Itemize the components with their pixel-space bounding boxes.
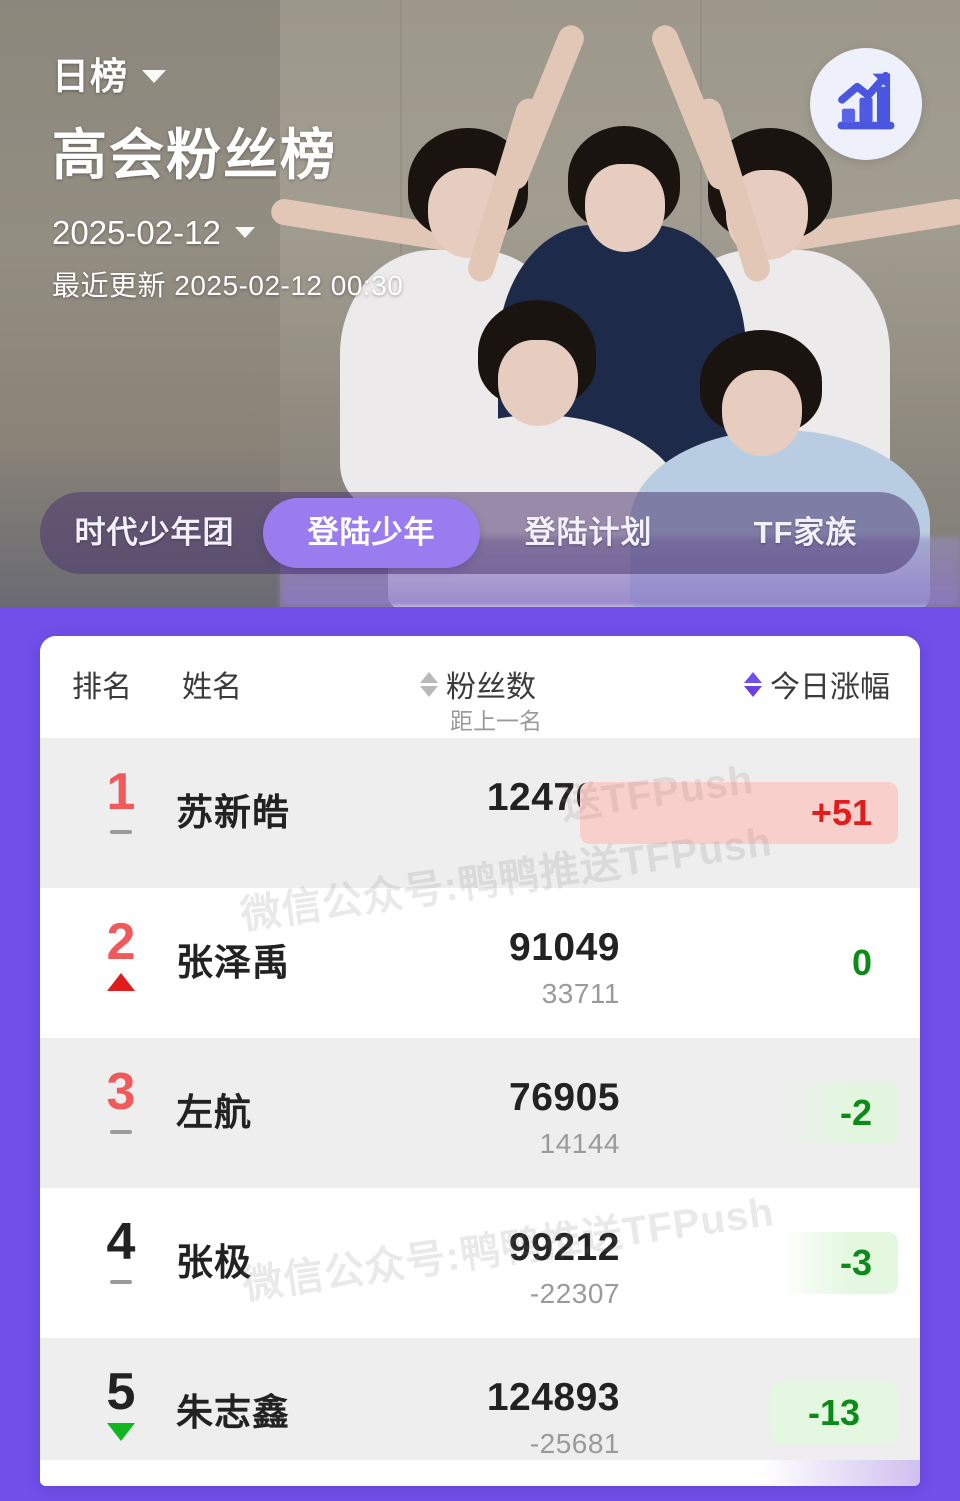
- daily-change-badge: +51: [580, 782, 898, 844]
- table-row[interactable]: 4 张极 99212 -22307 -3: [40, 1188, 920, 1338]
- sort-arrows-icon[interactable]: [420, 671, 438, 697]
- tab-denglu-jihua[interactable]: 登陆计划: [480, 498, 697, 568]
- rank-change-marker-dash: [86, 821, 156, 843]
- rank-number: 1: [106, 763, 136, 821]
- card-bottom-edge: [40, 1460, 920, 1486]
- column-header-fans-sub: 距上一名: [450, 708, 542, 734]
- fans-count: 99212: [509, 1226, 620, 1269]
- chevron-down-icon: [234, 226, 255, 238]
- app-root: 日榜 高会粉丝榜 2025-02-12 最近更新 2025-02-12 00:3…: [0, 0, 960, 1501]
- last-updated-label: 最近更新 2025-02-12 00:30: [52, 270, 404, 301]
- daily-change-badge: -13: [770, 1382, 898, 1444]
- column-header-name: 姓名: [182, 671, 242, 704]
- tab-tf-family[interactable]: TF家族: [697, 498, 914, 568]
- group-tabs: 时代少年团 登陆少年 登陆计划 TF家族: [40, 492, 920, 574]
- fans-gap: -22307: [529, 1278, 620, 1309]
- column-header-rank: 排名: [72, 671, 132, 704]
- rank-cell: 2: [86, 913, 156, 993]
- rank-number: 3: [106, 1063, 136, 1121]
- rank-cell: 4: [86, 1213, 156, 1293]
- fans-gap: -25681: [529, 1428, 620, 1459]
- column-header-change[interactable]: 今日涨幅: [744, 662, 890, 706]
- bar-chart-up-icon: [831, 67, 901, 142]
- ranking-card: 排名 姓名 粉丝数 距上一名 今日涨幅 1 苏新皓 124760 +51 2 张…: [40, 636, 920, 1486]
- rank-cell: 1: [86, 763, 156, 843]
- rank-change-marker-up: [86, 971, 156, 993]
- chevron-down-icon: [142, 69, 166, 83]
- fans-count: 124760: [486, 776, 620, 819]
- rank-change-marker-dash: [86, 1121, 156, 1143]
- daily-change-badge: -3: [778, 1232, 898, 1294]
- daily-change-badge: -2: [778, 1082, 898, 1144]
- fans-cell: 91049 33711: [340, 926, 620, 1010]
- table-row[interactable]: 3 左航 76905 14144 -2: [40, 1038, 920, 1188]
- table-row[interactable]: 1 苏新皓 124760 +51: [40, 738, 920, 888]
- table-header: 排名 姓名 粉丝数 距上一名 今日涨幅: [40, 636, 920, 738]
- daily-change-badge: 0: [851, 942, 872, 983]
- rank-cell: 5: [86, 1363, 156, 1443]
- column-header-fans[interactable]: 粉丝数: [420, 662, 536, 706]
- fans-count: 76905: [509, 1076, 620, 1119]
- table-row[interactable]: 2 张泽禹 91049 33711 0: [40, 888, 920, 1038]
- fans-gap: 33711: [541, 978, 620, 1009]
- fans-count: 124893: [486, 1376, 620, 1419]
- trend-chart-button[interactable]: [810, 48, 922, 160]
- header-block: 日榜 高会粉丝榜 2025-02-12 最近更新 2025-02-12 00:3…: [52, 46, 403, 304]
- column-header-change-label: 今日涨幅: [770, 671, 890, 704]
- rank-cell: 3: [86, 1063, 156, 1143]
- rank-change-marker-down: [86, 1421, 156, 1443]
- ranking-rows: 1 苏新皓 124760 +51 2 张泽禹 91049 33711 0 3 左…: [40, 738, 920, 1484]
- date-label: 2025-02-12: [52, 214, 221, 251]
- tab-denglu-shaonian[interactable]: 登陆少年: [263, 498, 480, 568]
- tab-shidai[interactable]: 时代少年团: [46, 498, 263, 568]
- member-name: 张极: [176, 1242, 252, 1283]
- fans-cell: 124760: [340, 776, 620, 828]
- fans-gap: 14144: [539, 1128, 620, 1159]
- rank-kind-selector[interactable]: 日榜: [52, 46, 403, 100]
- page-title: 高会粉丝榜: [52, 124, 338, 186]
- date-selector[interactable]: 2025-02-12: [52, 200, 403, 252]
- member-name: 张泽禹: [176, 942, 290, 983]
- sort-arrows-icon[interactable]: [744, 671, 762, 697]
- fans-cell: 124893 -25681: [340, 1376, 620, 1460]
- member-name: 苏新皓: [176, 792, 290, 833]
- fans-cell: 99212 -22307: [340, 1226, 620, 1310]
- rank-number: 5: [106, 1363, 136, 1421]
- member-name: 左航: [176, 1092, 252, 1133]
- rank-number: 4: [106, 1213, 136, 1271]
- rank-change-marker-dash: [86, 1271, 156, 1293]
- rank-kind-label: 日榜: [52, 56, 128, 97]
- member-name: 朱志鑫: [176, 1392, 290, 1433]
- rank-number: 2: [106, 913, 136, 971]
- fans-cell: 76905 14144: [340, 1076, 620, 1160]
- column-header-fans-label: 粉丝数: [446, 671, 536, 704]
- fans-count: 91049: [509, 926, 620, 969]
